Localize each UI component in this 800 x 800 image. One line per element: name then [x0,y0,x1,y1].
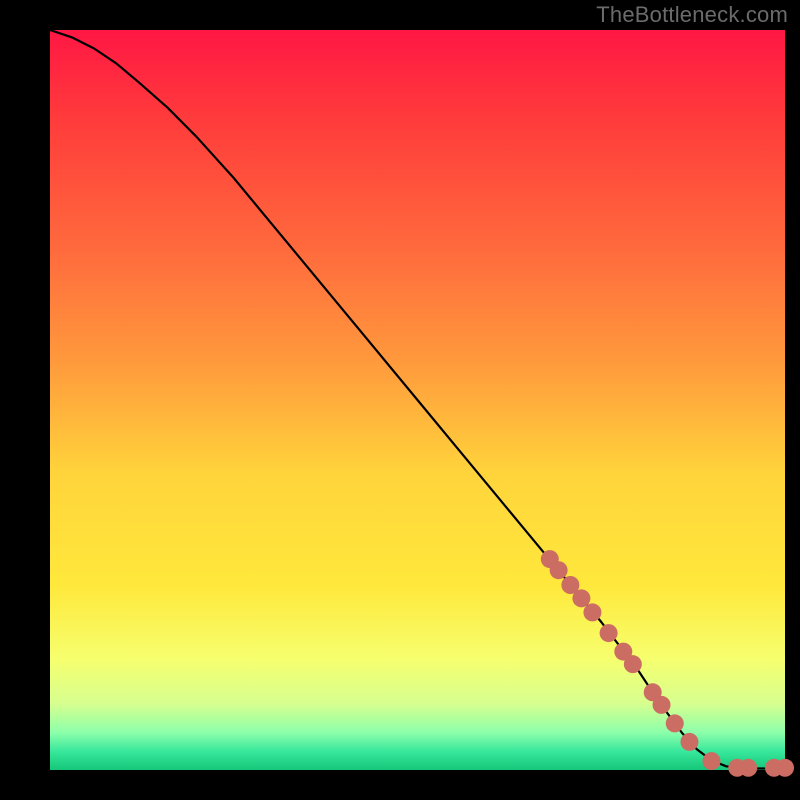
data-point [776,759,794,777]
data-point [600,624,618,642]
bottleneck-chart [0,0,800,800]
data-point [680,733,698,751]
data-point [583,603,601,621]
data-point [666,714,684,732]
data-point [572,589,590,607]
watermark-text: TheBottleneck.com [596,2,788,28]
data-point [739,759,757,777]
data-point [653,696,671,714]
data-point [703,752,721,770]
data-point [624,655,642,673]
data-point [550,561,568,579]
